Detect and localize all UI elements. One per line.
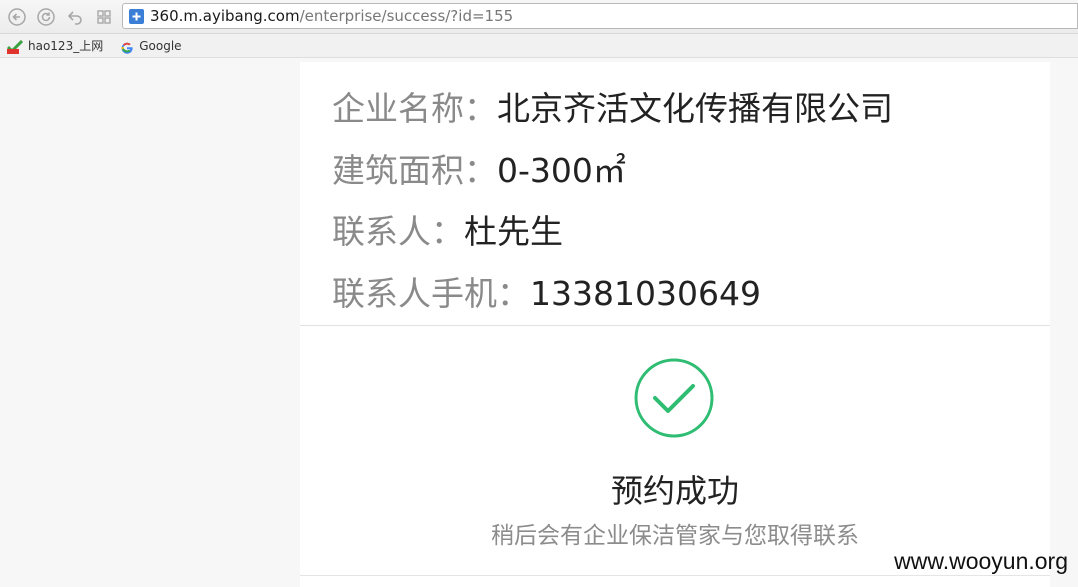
address-bar[interactable]: 360.m.ayibang.com/enterprise/success/?id…: [122, 3, 1078, 29]
phone-row: 联系人手机：13381030649: [332, 267, 761, 315]
apps-button[interactable]: [94, 7, 114, 27]
divider: [300, 325, 1050, 326]
bookmark-label: hao123_上网: [28, 39, 104, 53]
success-card: 企业名称：北京齐活文化传播有限公司 建筑面积：0-300㎡ 联系人：杜先生 联系…: [300, 62, 1050, 587]
company-label: 企业名称：: [332, 89, 497, 128]
company-value: 北京齐活文化传播有限公司: [497, 89, 893, 128]
watermark: www.wooyun.org: [894, 548, 1068, 574]
success-subtitle: 稍后会有企业保洁管家与您取得联系: [491, 523, 859, 549]
bottom-divider: [300, 575, 1050, 576]
bookmarks-bar: hao123_上网 Google: [0, 34, 1078, 58]
google-icon: [120, 39, 134, 54]
url-host: 360.m.ayibang.com: [150, 7, 300, 25]
back-arrow-icon: [8, 8, 26, 26]
security-shield-icon: [129, 8, 144, 24]
area-label: 建筑面积：: [332, 151, 497, 190]
undo-icon: [67, 11, 82, 25]
bookmark-google[interactable]: Google: [120, 38, 182, 54]
reload-icon: [37, 8, 55, 26]
grid-icon: [97, 10, 111, 24]
url-path: /enterprise/success/?id=155: [299, 7, 514, 25]
url-text[interactable]: 360.m.ayibang.com/enterprise/success/?id…: [150, 7, 513, 25]
reload-button[interactable]: [36, 7, 56, 27]
bookmark-hao123[interactable]: hao123_上网: [6, 37, 104, 54]
browser-toolbar: 360.m.ayibang.com/enterprise/success/?id…: [0, 0, 1078, 34]
area-row: 建筑面积：0-300㎡: [332, 144, 626, 192]
success-title: 预约成功: [610, 472, 739, 510]
success-check-icon: [634, 358, 714, 438]
area-value: 0-300㎡: [497, 151, 626, 190]
contact-value: 杜先生: [464, 212, 563, 251]
contact-label: 联系人：: [332, 212, 464, 251]
bookmark-label: Google: [139, 38, 182, 53]
undo-close-button[interactable]: [65, 7, 85, 27]
hao123-icon: [6, 39, 24, 54]
contact-row: 联系人：杜先生: [332, 205, 563, 253]
back-button[interactable]: [7, 7, 27, 27]
company-row: 企业名称：北京齐活文化传播有限公司: [332, 82, 893, 130]
phone-value: 13381030649: [530, 274, 761, 313]
phone-label: 联系人手机：: [332, 274, 530, 313]
